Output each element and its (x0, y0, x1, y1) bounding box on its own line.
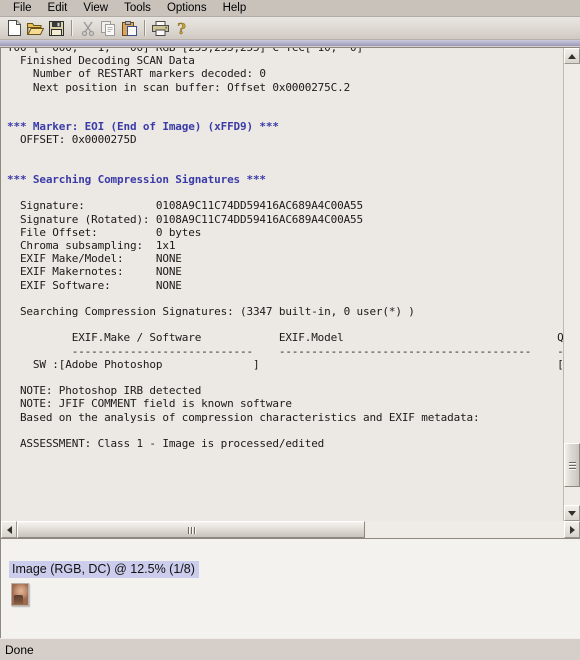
status-message: Done (5, 642, 34, 657)
preview-label: Image (RGB, DC) @ 12.5% (1/8) (9, 561, 199, 578)
image-preview-panel[interactable]: Image (RGB, DC) @ 12.5% (1/8) (0, 538, 580, 638)
horizontal-scroll-track[interactable] (17, 521, 564, 538)
log-sig-line-2: Signature (Rotated): 0108A9C11C74DD59416… (7, 212, 363, 226)
log-sig-line-7: EXIF Software: NONE (7, 278, 182, 292)
log-panel: Y00 [ 000, 1, 00] RGB [255,255,255] C YC… (0, 47, 580, 521)
menu-item-help[interactable]: Help (215, 1, 255, 16)
new-document-icon (8, 20, 21, 36)
scroll-thumb-grip (568, 460, 576, 471)
log-text-area[interactable]: Y00 [ 000, 1, 00] RGB [255,255,255] C YC… (1, 48, 563, 521)
question-mark-icon: ? (177, 21, 186, 36)
scissors-icon (81, 21, 94, 36)
log-section-heading-eoi: *** Marker: EOI (End of Image) (xFFD9) *… (7, 120, 279, 134)
scroll-thumb-grip (187, 521, 196, 539)
new-file-button[interactable] (4, 18, 25, 38)
menu-item-file[interactable]: File (5, 1, 40, 16)
print-button[interactable] (150, 18, 171, 38)
resize-grip-icon (566, 639, 580, 660)
horizontal-scroll-thumb[interactable] (17, 521, 365, 538)
menu-item-edit[interactable]: Edit (40, 1, 76, 16)
arrow-down-icon (568, 510, 576, 516)
log-body: Finished Decoding SCAN Data Number of RE… (19, 54, 351, 94)
log-note-0: NOTE: Photoshop IRB detected (7, 384, 202, 398)
log-sig-line-6: EXIF Makernotes: NONE (7, 265, 182, 279)
vertical-scroll-thumb[interactable] (564, 443, 580, 488)
toolbar-separator-2 (144, 20, 146, 36)
log-sig-line-3: File Offset: 0 bytes (7, 225, 202, 239)
log-table-row: SW :[Adobe Photoshop ] [Save As 0 (7, 357, 563, 371)
arrow-up-icon (568, 53, 576, 59)
log-sig-line-5: EXIF Make/Model: NONE (7, 252, 182, 266)
scroll-up-button[interactable] (564, 48, 580, 64)
clipboard-paste-icon (122, 20, 137, 36)
save-file-button[interactable] (46, 18, 67, 38)
log-table-header: EXIF.Make / Software EXIF.Model Quality (7, 331, 563, 345)
log-content: Y00 [ 000, 1, 00] RGB [255,255,255] C YC… (7, 48, 563, 450)
log-table-rule: ---------------------------- -----------… (7, 344, 563, 358)
open-folder-icon (27, 22, 44, 35)
jpegsnoop-window: File Edit View Tools Options Help ? Fini… (0, 0, 580, 660)
toolbar: ? (0, 17, 580, 40)
cut-button[interactable] (77, 18, 98, 38)
menu-item-view[interactable]: View (75, 1, 116, 16)
menu-item-tools[interactable]: Tools (116, 1, 159, 16)
log-sig-line-1: Signature: 0108A9C11C74DD59416AC689A4C00… (7, 199, 363, 213)
log-assessment: ASSESSMENT: Class 1 - Image is processed… (7, 437, 325, 451)
log-section-heading-signatures: *** Searching Compression Signatures *** (7, 173, 266, 187)
vertical-scroll-track[interactable] (564, 64, 580, 505)
arrow-left-icon (6, 525, 12, 534)
log-vertical-scrollbar[interactable] (563, 48, 580, 521)
menu-bar: File Edit View Tools Options Help (0, 0, 580, 17)
log-horizontal-scrollbar[interactable] (0, 521, 580, 538)
log-clipped-line: Y00 [ 000, 1, 00] RGB [255,255,255] C YC… (7, 48, 363, 54)
copy-button[interactable] (98, 18, 119, 38)
image-thumbnail[interactable] (11, 583, 29, 606)
save-floppy-icon (49, 20, 64, 36)
status-bar: Done (0, 638, 580, 660)
log-analysis-line: Based on the analysis of compression cha… (7, 410, 480, 424)
toolbar-separator-1 (71, 20, 73, 36)
copy-icon (101, 20, 115, 36)
scroll-right-button[interactable] (564, 521, 580, 538)
log-sig-line-9: Searching Compression Signatures: (3347 … (7, 305, 415, 319)
printer-icon (152, 20, 169, 36)
arrow-right-icon (569, 525, 575, 534)
menu-item-options[interactable]: Options (159, 1, 215, 16)
open-file-button[interactable] (25, 18, 46, 38)
log-note-1: NOTE: JFIF COMMENT field is known softwa… (7, 397, 292, 411)
svg-text:?: ? (177, 21, 186, 36)
log-section-line-eoi-0: OFFSET: 0x0000275D (7, 133, 137, 147)
scroll-down-button[interactable] (564, 505, 580, 521)
log-sig-line-4: Chroma subsampling: 1x1 (7, 239, 176, 253)
paste-button[interactable] (119, 18, 140, 38)
scroll-left-button[interactable] (1, 521, 17, 538)
toolbar-accent-strip (0, 40, 580, 46)
about-button[interactable]: ? (171, 18, 192, 38)
